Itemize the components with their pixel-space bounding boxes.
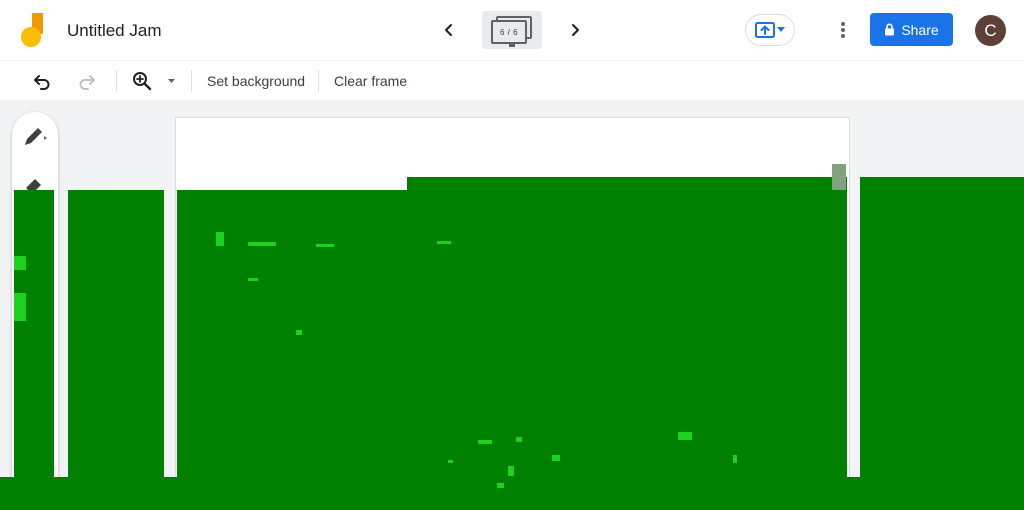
green-speck: [516, 437, 522, 442]
chevron-right-icon: [572, 24, 579, 36]
caret-down-icon: [167, 78, 175, 83]
green-speck: [508, 466, 514, 476]
zoom-button[interactable]: [130, 69, 154, 93]
share-label: Share: [901, 21, 939, 38]
previous-frame-button[interactable]: [436, 17, 462, 43]
toolbar-divider: [318, 70, 319, 92]
document-title[interactable]: Untitled Jam: [67, 20, 161, 42]
green-speck: [14, 256, 26, 270]
green-speck: [316, 244, 334, 247]
frame-bar-toggle[interactable]: 6 / 6: [482, 11, 542, 49]
green-block: [860, 177, 1024, 510]
cast-present-icon: [755, 22, 775, 38]
gray-green-artifact: [832, 164, 846, 190]
green-speck: [733, 455, 737, 463]
green-block: [0, 477, 1024, 510]
green-speck: [216, 232, 224, 246]
redo-button[interactable]: [75, 69, 99, 93]
toolbar-divider: [191, 70, 192, 92]
more-options-button[interactable]: [830, 17, 856, 43]
chevron-left-icon: [445, 24, 452, 36]
set-background-button[interactable]: Set background: [207, 72, 305, 90]
pen-tool[interactable]: [21, 123, 49, 151]
green-block: [68, 190, 164, 510]
toolbar-divider: [116, 70, 117, 92]
green-speck: [448, 460, 453, 463]
green-speck: [14, 293, 26, 321]
zoom-in-icon: [133, 72, 152, 91]
user-avatar[interactable]: C: [975, 15, 1006, 46]
green-block: [407, 177, 847, 491]
caret-down-icon: [777, 27, 785, 32]
zoom-dropdown[interactable]: [163, 69, 179, 93]
green-block: [14, 190, 54, 477]
green-speck: [296, 330, 302, 335]
undo-button[interactable]: [30, 69, 54, 93]
more-vert-icon: [841, 22, 845, 38]
app-header: Untitled Jam 6 / 6 Share C: [0, 0, 1024, 60]
green-block: [177, 190, 407, 491]
green-speck: [678, 432, 692, 440]
share-button[interactable]: Share: [870, 13, 953, 46]
redo-icon: [79, 75, 95, 90]
green-speck: [478, 440, 492, 444]
frame-toolbar: Set background Clear frame: [0, 60, 1024, 100]
lock-icon: [885, 23, 895, 36]
undo-icon: [34, 75, 50, 90]
green-speck: [552, 455, 560, 461]
frame-counter: 6 / 6: [491, 20, 527, 44]
green-speck: [497, 483, 504, 488]
pen-icon: [25, 128, 47, 145]
next-frame-button[interactable]: [562, 17, 588, 43]
jamboard-logo[interactable]: [18, 12, 50, 48]
green-speck: [248, 278, 258, 281]
green-speck: [248, 242, 276, 246]
green-speck: [437, 241, 451, 244]
clear-frame-button[interactable]: Clear frame: [334, 72, 407, 90]
present-button[interactable]: [745, 14, 795, 46]
frame-notch: [509, 44, 515, 47]
